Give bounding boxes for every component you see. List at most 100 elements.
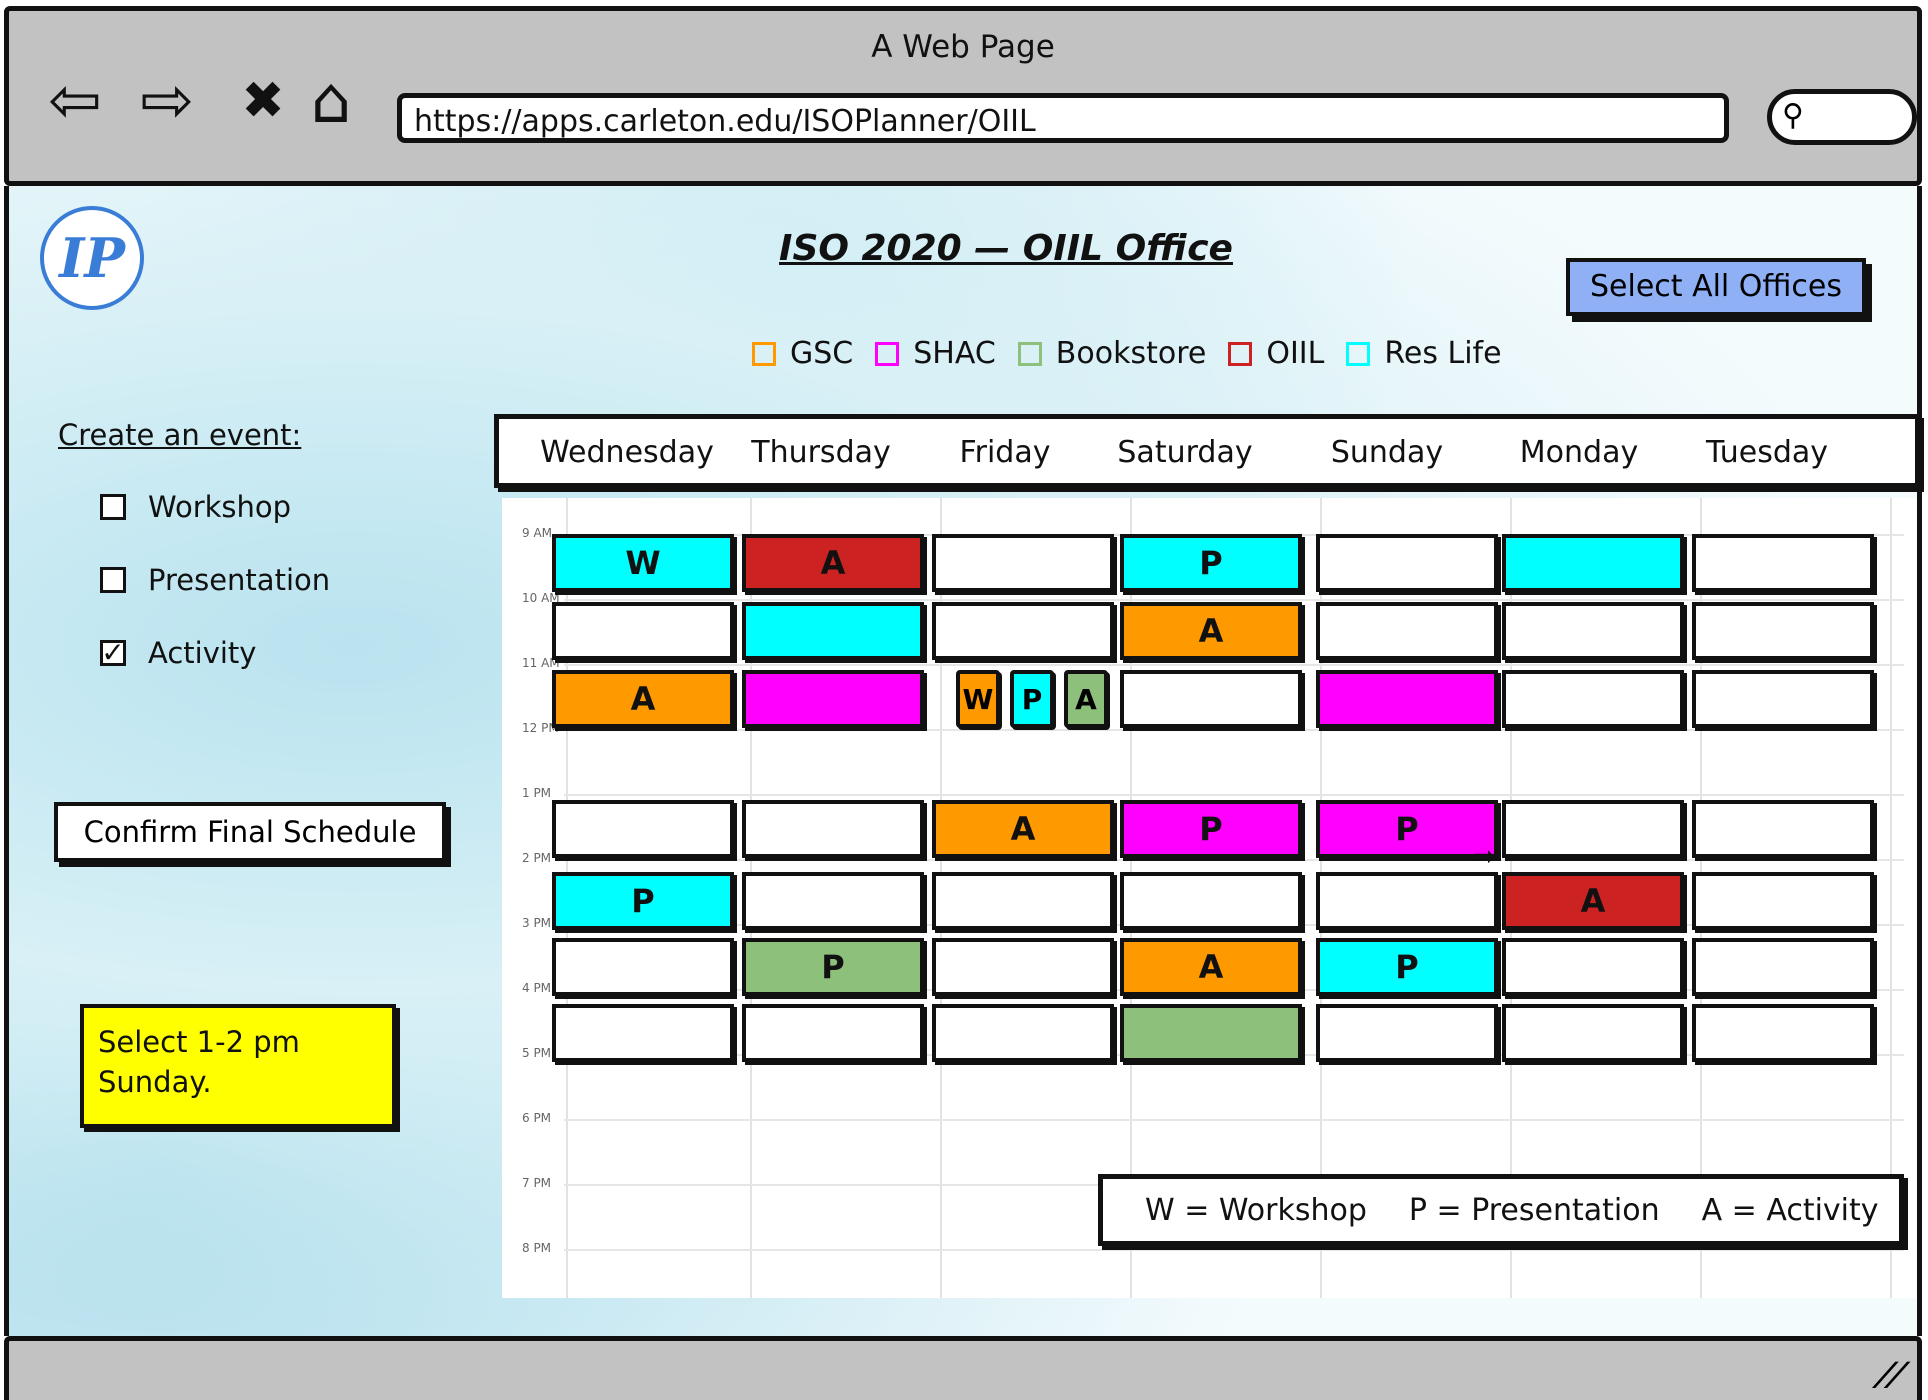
day-label[interactable]: Tuesday <box>1677 435 1857 470</box>
event-slot[interactable]: P <box>1316 938 1498 996</box>
event-slot[interactable] <box>742 602 924 660</box>
activity-checkbox[interactable]: ✓ Activity <box>100 636 256 670</box>
office-label: OIIL <box>1266 336 1325 371</box>
event-slot[interactable]: A <box>932 800 1114 858</box>
event-slot[interactable] <box>1316 602 1498 660</box>
event-slot[interactable] <box>1692 602 1874 660</box>
office-label: Bookstore <box>1055 336 1207 371</box>
presentation-checkbox[interactable]: Presentation <box>100 563 330 597</box>
time-label: 9 AM <box>522 526 553 540</box>
forward-arrow-icon[interactable]: ⇨ <box>137 69 197 133</box>
event-slot[interactable] <box>1316 1004 1498 1062</box>
day-label[interactable]: Saturday <box>1095 435 1275 470</box>
note-line: Select 1-2 pm <box>98 1025 300 1059</box>
confirm-schedule-button[interactable]: Confirm Final Schedule <box>54 802 446 862</box>
event-slot[interactable] <box>552 800 734 858</box>
back-arrow-icon[interactable]: ⇦ <box>45 69 105 133</box>
day-label[interactable]: Sunday <box>1297 435 1477 470</box>
time-label: 5 PM <box>522 1046 552 1060</box>
event-slot[interactable] <box>932 938 1114 996</box>
office-swatch <box>875 341 900 366</box>
event-slot[interactable] <box>932 872 1114 930</box>
resize-grip-icon[interactable]: // <box>1869 1355 1914 1393</box>
event-slot[interactable]: P <box>1316 800 1498 858</box>
event-slot[interactable] <box>1502 800 1684 858</box>
select-all-offices-button[interactable]: Select All Offices <box>1566 258 1866 316</box>
event-slot[interactable] <box>742 800 924 858</box>
workshop-label: Workshop <box>148 490 292 524</box>
browser-toolbar: A Web Page ⇦ ⇨ ✖ ⌂ https://apps.carleton… <box>4 6 1922 186</box>
event-slot[interactable] <box>1502 670 1684 728</box>
search-input[interactable]: ⚲ <box>1767 89 1917 145</box>
event-slot[interactable] <box>1120 1004 1302 1062</box>
event-slot[interactable]: P <box>552 872 734 930</box>
event-slot[interactable] <box>1502 602 1684 660</box>
time-label: 6 PM <box>522 1111 552 1125</box>
day-label[interactable]: Thursday <box>731 435 911 470</box>
checkbox-box[interactable] <box>100 494 126 520</box>
event-slot[interactable]: P <box>1120 534 1302 592</box>
event-slot[interactable]: A <box>1502 872 1684 930</box>
instruction-note: Select 1-2 pm Sunday. <box>80 1004 396 1128</box>
event-slot[interactable] <box>932 534 1114 592</box>
time-label: 2 PM <box>522 851 552 865</box>
event-slot[interactable] <box>1692 872 1874 930</box>
event-slot[interactable] <box>932 1004 1114 1062</box>
event-slot[interactable]: P <box>1120 800 1302 858</box>
app-logo: IP <box>40 206 144 310</box>
checkbox-checked[interactable]: ✓ <box>100 639 126 667</box>
event-slot-mini[interactable]: A <box>1064 670 1108 728</box>
event-slot[interactable] <box>1692 670 1874 728</box>
event-slot[interactable] <box>1692 938 1874 996</box>
event-slot-mini[interactable]: P <box>1010 670 1054 728</box>
event-slot[interactable] <box>1502 534 1684 592</box>
event-slot[interactable] <box>1692 1004 1874 1062</box>
url-input[interactable]: https://apps.carleton.edu/ISOPlanner/OII… <box>397 93 1729 143</box>
home-icon[interactable]: ⌂ <box>301 69 361 133</box>
event-slot[interactable] <box>1502 938 1684 996</box>
time-label: 3 PM <box>522 916 552 930</box>
event-slot[interactable] <box>742 872 924 930</box>
time-label: 7 PM <box>522 1176 552 1190</box>
event-slot[interactable]: A <box>552 670 734 728</box>
grid-line <box>564 664 1904 666</box>
cursor-arrow-icon: ⇨ <box>1474 842 1496 872</box>
event-slot[interactable] <box>1502 1004 1684 1062</box>
day-label[interactable]: Wednesday <box>537 435 717 470</box>
grid-line <box>564 729 1904 731</box>
event-slot[interactable] <box>1316 670 1498 728</box>
checkbox-box[interactable] <box>100 567 126 593</box>
event-slot[interactable]: A <box>1120 938 1302 996</box>
close-icon[interactable]: ✖ <box>233 71 293 131</box>
office-legend-item: OIIL <box>1228 336 1324 371</box>
event-slot[interactable] <box>1692 800 1874 858</box>
event-slot[interactable] <box>1120 670 1302 728</box>
event-slot[interactable] <box>742 670 924 728</box>
event-slot[interactable]: A <box>1120 602 1302 660</box>
office-label: GSC <box>790 336 854 371</box>
office-swatch <box>1346 341 1371 366</box>
event-slot[interactable]: W <box>552 534 734 592</box>
event-slot[interactable] <box>1316 872 1498 930</box>
event-slot-mini[interactable]: W <box>956 670 1000 728</box>
event-slot[interactable] <box>552 1004 734 1062</box>
time-label: 4 PM <box>522 981 552 995</box>
event-slot[interactable] <box>742 1004 924 1062</box>
day-header: Wednesday Thursday Friday Saturday Sunday Mon… <box>494 414 1920 488</box>
event-slot[interactable] <box>1692 534 1874 592</box>
event-slot[interactable] <box>1316 534 1498 592</box>
office-swatch <box>1017 341 1042 366</box>
event-slot[interactable] <box>932 602 1114 660</box>
event-slot[interactable]: A <box>742 534 924 592</box>
activity-label: Activity <box>148 636 257 670</box>
day-label[interactable]: Monday <box>1489 435 1669 470</box>
search-icon[interactable]: ⚲ <box>1782 98 1804 133</box>
day-label[interactable]: Friday <box>915 435 1095 470</box>
event-slot[interactable] <box>552 602 734 660</box>
event-slot[interactable] <box>552 938 734 996</box>
event-slot[interactable]: P <box>742 938 924 996</box>
office-label: SHAC <box>913 336 996 371</box>
event-slot[interactable] <box>1120 872 1302 930</box>
page-title: ISO 2020 — OIIL Office <box>779 228 1233 269</box>
workshop-checkbox[interactable]: Workshop <box>100 490 291 524</box>
